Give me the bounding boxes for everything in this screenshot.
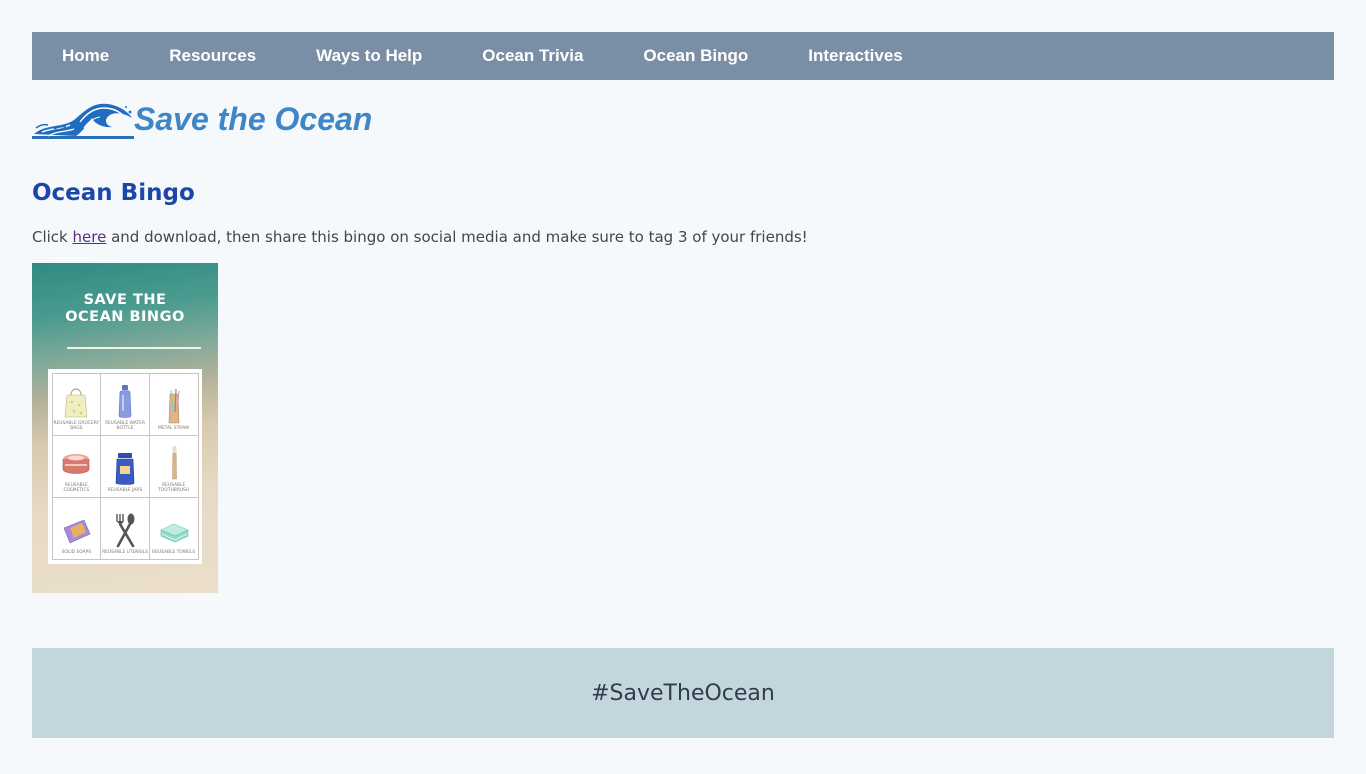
bingo-cell-soaps: SOLID SOAPS: [51, 497, 102, 561]
bingo-cell-label: REUSABLE TOOTHBRUSH: [158, 483, 190, 494]
intro-text: Click here and download, then share this…: [32, 228, 808, 246]
nav-item-ocean-bingo[interactable]: Ocean Bingo: [613, 32, 778, 80]
bingo-cell-label: REUSABLE JARS: [107, 488, 143, 494]
jar-icon: [115, 453, 135, 485]
bingo-cell-label: REUSABLE WATER BOTTLE: [105, 420, 145, 431]
bingo-cell-metal-straw: METAL STRAW: [148, 372, 199, 436]
nav-item-interactives[interactable]: Interactives: [778, 32, 933, 80]
bingo-cell-label: SOLID SOAPS: [61, 550, 92, 556]
nav-item-ocean-trivia[interactable]: Ocean Trivia: [452, 32, 613, 80]
bingo-grid: REUSABLE GROCERY BAGS REUSABLE WATER BOT…: [48, 369, 202, 564]
footer-hashtag: #SaveTheOcean: [591, 680, 775, 706]
toothbrush-icon: [171, 446, 177, 480]
bingo-cell-jars: REUSABLE JARS: [100, 434, 150, 499]
site-title: Save the Ocean: [134, 101, 373, 137]
towels-icon: [159, 524, 189, 543]
intro-text-before: Click: [32, 228, 73, 246]
bingo-card-title-line1: SAVE THE: [83, 292, 167, 308]
bingo-card-image[interactable]: SAVE THE OCEAN BINGO REUSABLE GROCERY BA…: [32, 263, 218, 593]
footer: #SaveTheOcean: [32, 648, 1334, 738]
bingo-cell-toothbrush: REUSABLE TOOTHBRUSH: [148, 434, 199, 499]
bingo-card-title: SAVE THE OCEAN BINGO: [32, 292, 218, 326]
nav-item-home[interactable]: Home: [32, 32, 139, 80]
bingo-cell-grocery-bags: REUSABLE GROCERY BAGS: [51, 372, 102, 436]
bingo-cell-cosmetics: REUSABLE COSMETICS: [51, 434, 102, 499]
water-bottle-icon: [118, 384, 132, 418]
bingo-cell-label: REUSABLE UTENSILS: [102, 550, 148, 556]
wave-icon: [32, 103, 134, 139]
bingo-cell-water-bottle: REUSABLE WATER BOTTLE: [100, 372, 150, 436]
main-nav: Home Resources Ways to Help Ocean Trivia…: [32, 32, 1334, 80]
bingo-cell-towels: REUSABLE TOWELS: [148, 497, 199, 561]
cosmetics-icon: [63, 454, 90, 474]
bingo-cell-utensils: REUSABLE UTENSILS: [100, 497, 150, 561]
nav-item-resources[interactable]: Resources: [139, 32, 286, 80]
site-logo[interactable]: Save the Ocean: [32, 98, 372, 140]
bingo-cell-label: REUSABLE COSMETICS: [63, 483, 90, 494]
utensils-icon: [115, 513, 135, 548]
bingo-cell-label: METAL STRAW: [158, 425, 190, 431]
bingo-card-divider: [67, 347, 201, 349]
tote-bag-icon: [64, 388, 88, 418]
page-title: Ocean Bingo: [32, 180, 195, 206]
bingo-cell-label: REUSABLE TOWELS: [152, 550, 196, 556]
soap-icon: [63, 520, 91, 544]
bingo-card-title-line2: OCEAN BINGO: [65, 309, 185, 325]
nav-item-ways-to-help[interactable]: Ways to Help: [286, 32, 452, 80]
intro-text-after: and download, then share this bingo on s…: [106, 228, 808, 246]
download-link[interactable]: here: [73, 228, 107, 246]
bingo-cell-label: REUSABLE GROCERY BAGS: [53, 420, 100, 431]
metal-straw-icon: [168, 388, 180, 424]
